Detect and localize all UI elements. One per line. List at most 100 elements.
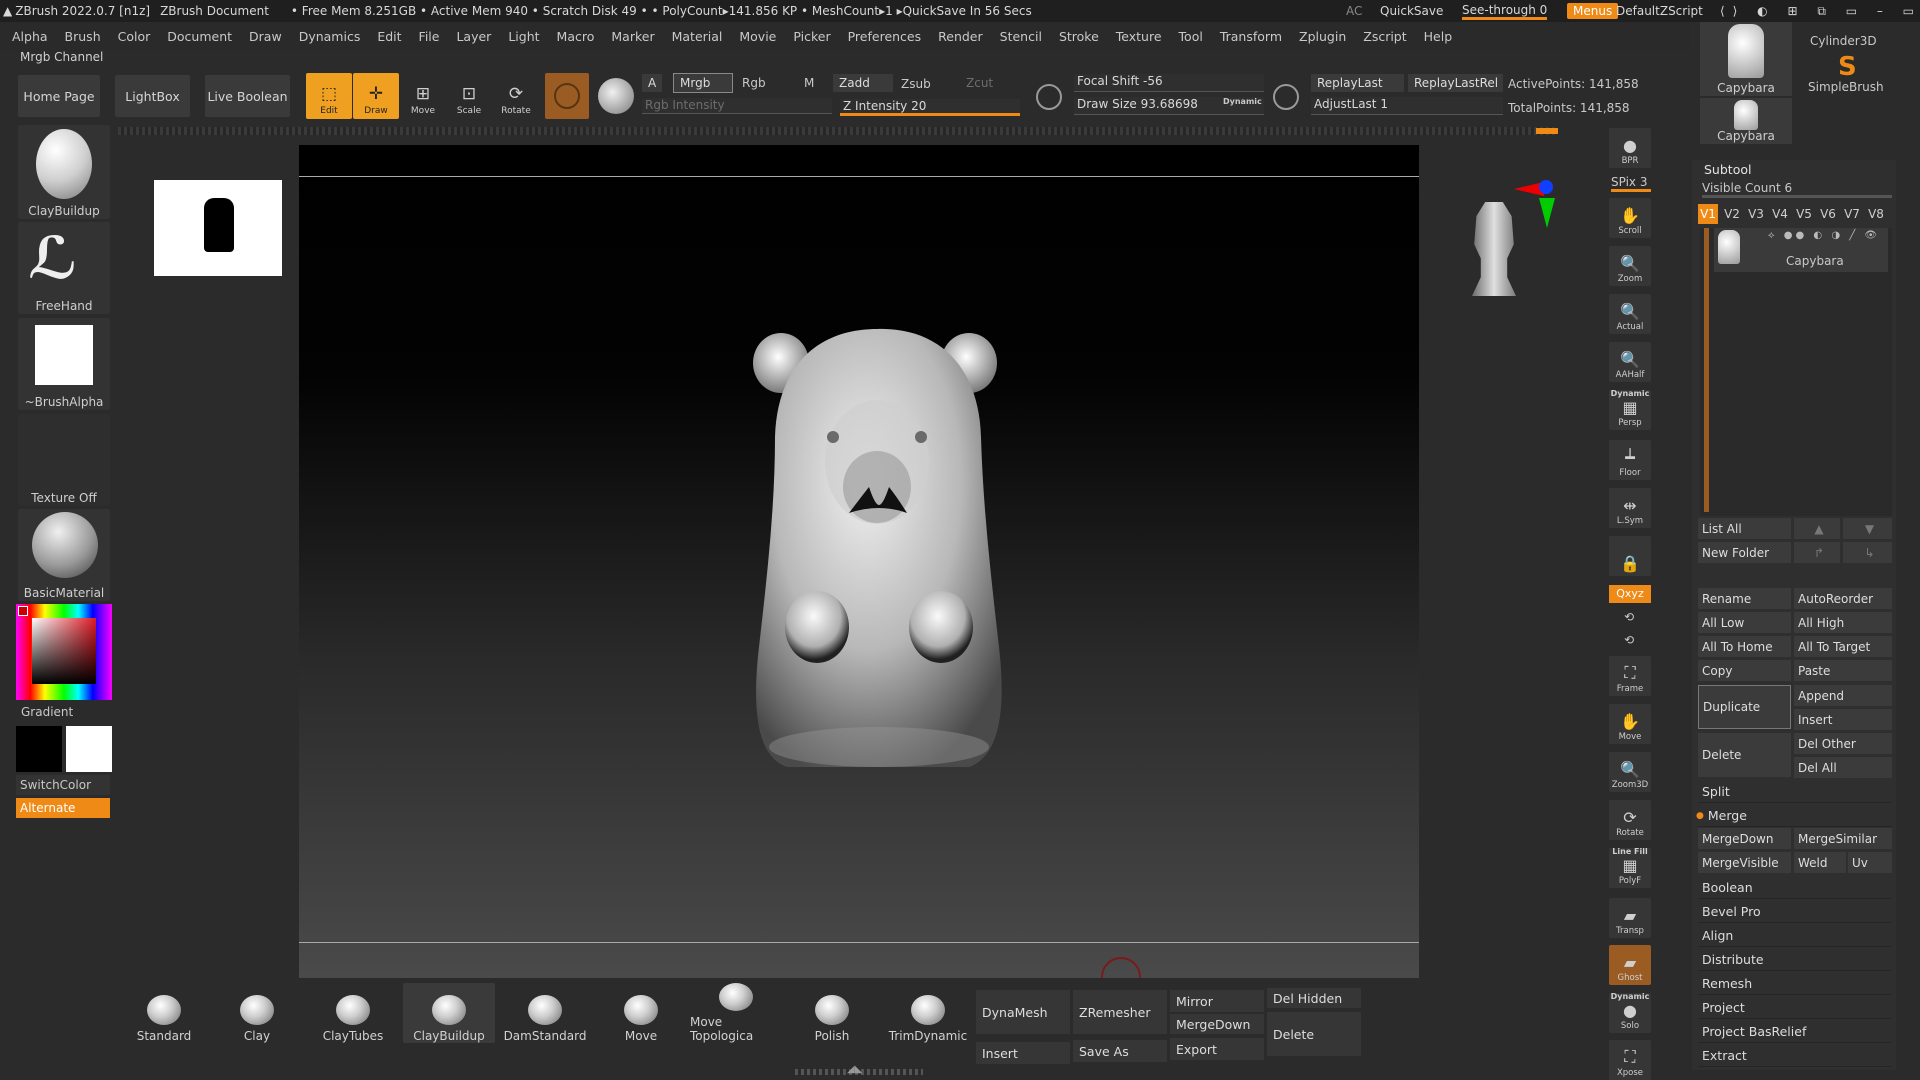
lsym-button[interactable]: ⇹ L.Sym	[1609, 488, 1651, 528]
move-view-button[interactable]: ✋ Move	[1609, 704, 1651, 744]
align-section[interactable]: Align	[1698, 925, 1892, 947]
color-picker[interactable]	[16, 604, 112, 700]
dynamic-pointer-icon[interactable]	[1273, 84, 1299, 110]
xyz-button[interactable]: Qxyz	[1609, 585, 1651, 603]
menu-item-picker[interactable]: Picker	[793, 29, 830, 44]
remesh-section[interactable]: Remesh	[1698, 973, 1892, 995]
frame-button[interactable]: ⛶ Frame	[1609, 656, 1651, 696]
menu-item-stencil[interactable]: Stencil	[1000, 29, 1042, 44]
stroke-freehand-tile[interactable]: ℒ FreeHand	[18, 222, 110, 314]
menu-item-light[interactable]: Light	[508, 29, 539, 44]
insert-bottom-button[interactable]: Insert	[976, 1042, 1070, 1064]
paste-button[interactable]: Paste	[1794, 660, 1892, 681]
project-basrelief-section[interactable]: Project BasRelief	[1698, 1021, 1892, 1043]
brush-polish[interactable]: Polish	[786, 983, 878, 1043]
menu-item-tool[interactable]: Tool	[1179, 29, 1203, 44]
zsub-button[interactable]: Zsub	[901, 77, 931, 91]
rotate-mode-button[interactable]: ⟳ Rotate	[493, 73, 539, 119]
subtool-visibility-icons[interactable]: ⟡ ●● ◐ ◑ ╱ 👁	[1768, 230, 1880, 241]
live-boolean-button[interactable]: Live Boolean	[205, 75, 290, 117]
m-button[interactable]: M	[804, 76, 814, 90]
folder-arrow-down-icon[interactable]: ↳	[1843, 542, 1892, 563]
gradient-label[interactable]: Gradient	[21, 705, 73, 719]
bpr-button[interactable]: ● BPR	[1609, 128, 1651, 168]
secondary-color-swatch[interactable]	[66, 726, 112, 772]
transp-button[interactable]: ▰ Transp	[1609, 898, 1651, 938]
move-up-arrow-icon[interactable]: ▲	[1794, 518, 1840, 539]
window-controls[interactable]: ⟨⟩ ◐ ⊞ ⧉ ▭ – ▭ ✕	[1720, 4, 1920, 19]
version-tab-v8[interactable]: V8	[1866, 204, 1886, 224]
boolean-section[interactable]: Boolean	[1698, 877, 1892, 899]
rename-button[interactable]: Rename	[1698, 588, 1791, 609]
merge-section[interactable]: ● Merge	[1696, 805, 1892, 827]
all-to-home-button[interactable]: All To Home	[1698, 636, 1791, 657]
insert-button[interactable]: Insert	[1794, 709, 1892, 730]
subtool-title[interactable]: Subtool	[1704, 162, 1751, 177]
alpha-tile[interactable]: ~BrushAlpha	[18, 318, 110, 410]
visible-count-slider[interactable]: Visible Count 6	[1702, 181, 1892, 198]
lightbox-button[interactable]: LightBox	[115, 75, 190, 117]
scale-mode-button[interactable]: ⊡ Scale	[446, 73, 492, 119]
mergedown-bottom-button[interactable]: MergeDown	[1170, 1014, 1264, 1034]
version-tab-v3[interactable]: V3	[1746, 204, 1766, 224]
subtool-item-capybara[interactable]: ⟡ ●● ◐ ◑ ╱ 👁 Capybara	[1714, 228, 1888, 272]
menu-item-zplugin[interactable]: Zplugin	[1299, 29, 1346, 44]
distribute-section[interactable]: Distribute	[1698, 949, 1892, 971]
move-down-arrow-icon[interactable]: ▼	[1843, 518, 1892, 539]
folder-arrow-up-icon[interactable]: ↱	[1794, 542, 1840, 563]
material-sphere-button[interactable]	[545, 73, 589, 119]
split-section[interactable]: Split	[1698, 781, 1892, 803]
tool-thumb-cylinder[interactable]: Cylinder3D	[1800, 22, 1890, 52]
brush-claybuildup[interactable]: ClayBuildup	[403, 983, 495, 1043]
main-color-swatch-icon[interactable]	[18, 606, 28, 616]
menu-item-render[interactable]: Render	[938, 29, 983, 44]
menu-item-layer[interactable]: Layer	[456, 29, 491, 44]
brush-clay[interactable]: Clay	[211, 983, 303, 1043]
primary-color-swatch[interactable]	[16, 726, 62, 772]
zadd-button[interactable]: Zadd	[833, 74, 893, 92]
mergedown-button[interactable]: MergeDown	[1698, 828, 1791, 849]
lock-button[interactable]: 🔒	[1609, 536, 1651, 576]
menu-item-marker[interactable]: Marker	[611, 29, 654, 44]
brush-trimdynamic[interactable]: TrimDynamic	[882, 983, 974, 1043]
draw-mode-button[interactable]: ✛ Draw	[353, 73, 399, 119]
actual-button[interactable]: 🔍 Actual	[1609, 294, 1651, 334]
all-low-button[interactable]: All Low	[1698, 612, 1791, 633]
menu-item-document[interactable]: Document	[167, 29, 232, 44]
move-mode-button[interactable]: ⊞ Move	[400, 73, 446, 119]
zoom3d-button[interactable]: 🔍 Zoom3D	[1609, 752, 1651, 792]
version-tab-v1[interactable]: V1	[1698, 204, 1718, 224]
version-tab-v6[interactable]: V6	[1818, 204, 1838, 224]
bevel-pro-section[interactable]: Bevel Pro	[1698, 901, 1892, 923]
see-through-slider[interactable]: See-through 0	[1462, 3, 1548, 20]
version-tab-v2[interactable]: V2	[1722, 204, 1742, 224]
del-hidden-button[interactable]: Del Hidden	[1267, 988, 1361, 1008]
uv-button[interactable]: Uv	[1848, 852, 1892, 873]
menu-item-stroke[interactable]: Stroke	[1059, 29, 1099, 44]
solo-button[interactable]: Dynamic ● Solo	[1609, 992, 1651, 1033]
del-all-button[interactable]: Del All	[1794, 757, 1892, 778]
menu-item-texture[interactable]: Texture	[1116, 29, 1162, 44]
polyf-button[interactable]: Line Fill ▦ PolyF	[1609, 847, 1651, 888]
replay-last-button[interactable]: ReplayLast	[1311, 74, 1404, 92]
scroll-button[interactable]: ✋ Scroll	[1609, 198, 1651, 238]
a-button[interactable]: A	[642, 74, 663, 92]
export-button[interactable]: Export	[1170, 1038, 1264, 1060]
default-zscript-button[interactable]: DefaultZScript	[1616, 4, 1703, 18]
rotate-axis-z-icon[interactable]: ⟲	[1624, 633, 1634, 647]
switch-color-button[interactable]: SwitchColor	[16, 775, 110, 795]
menu-item-material[interactable]: Material	[672, 29, 723, 44]
texture-tile[interactable]: Texture Off	[18, 414, 110, 506]
copy-button[interactable]: Copy	[1698, 660, 1791, 681]
menu-item-macro[interactable]: Macro	[557, 29, 595, 44]
menu-item-draw[interactable]: Draw	[249, 29, 282, 44]
menu-item-preferences[interactable]: Preferences	[848, 29, 922, 44]
z-intensity-slider[interactable]: Z Intensity 20	[840, 99, 1020, 116]
save-as-button[interactable]: Save As	[1073, 1040, 1167, 1062]
menu-item-movie[interactable]: Movie	[739, 29, 776, 44]
weld-button[interactable]: Weld	[1794, 852, 1846, 873]
persp-button[interactable]: Dynamic ▦ Persp	[1609, 389, 1651, 430]
home-page-button[interactable]: Home Page	[18, 75, 100, 117]
all-high-button[interactable]: All High	[1794, 612, 1892, 633]
menu-item-edit[interactable]: Edit	[377, 29, 401, 44]
